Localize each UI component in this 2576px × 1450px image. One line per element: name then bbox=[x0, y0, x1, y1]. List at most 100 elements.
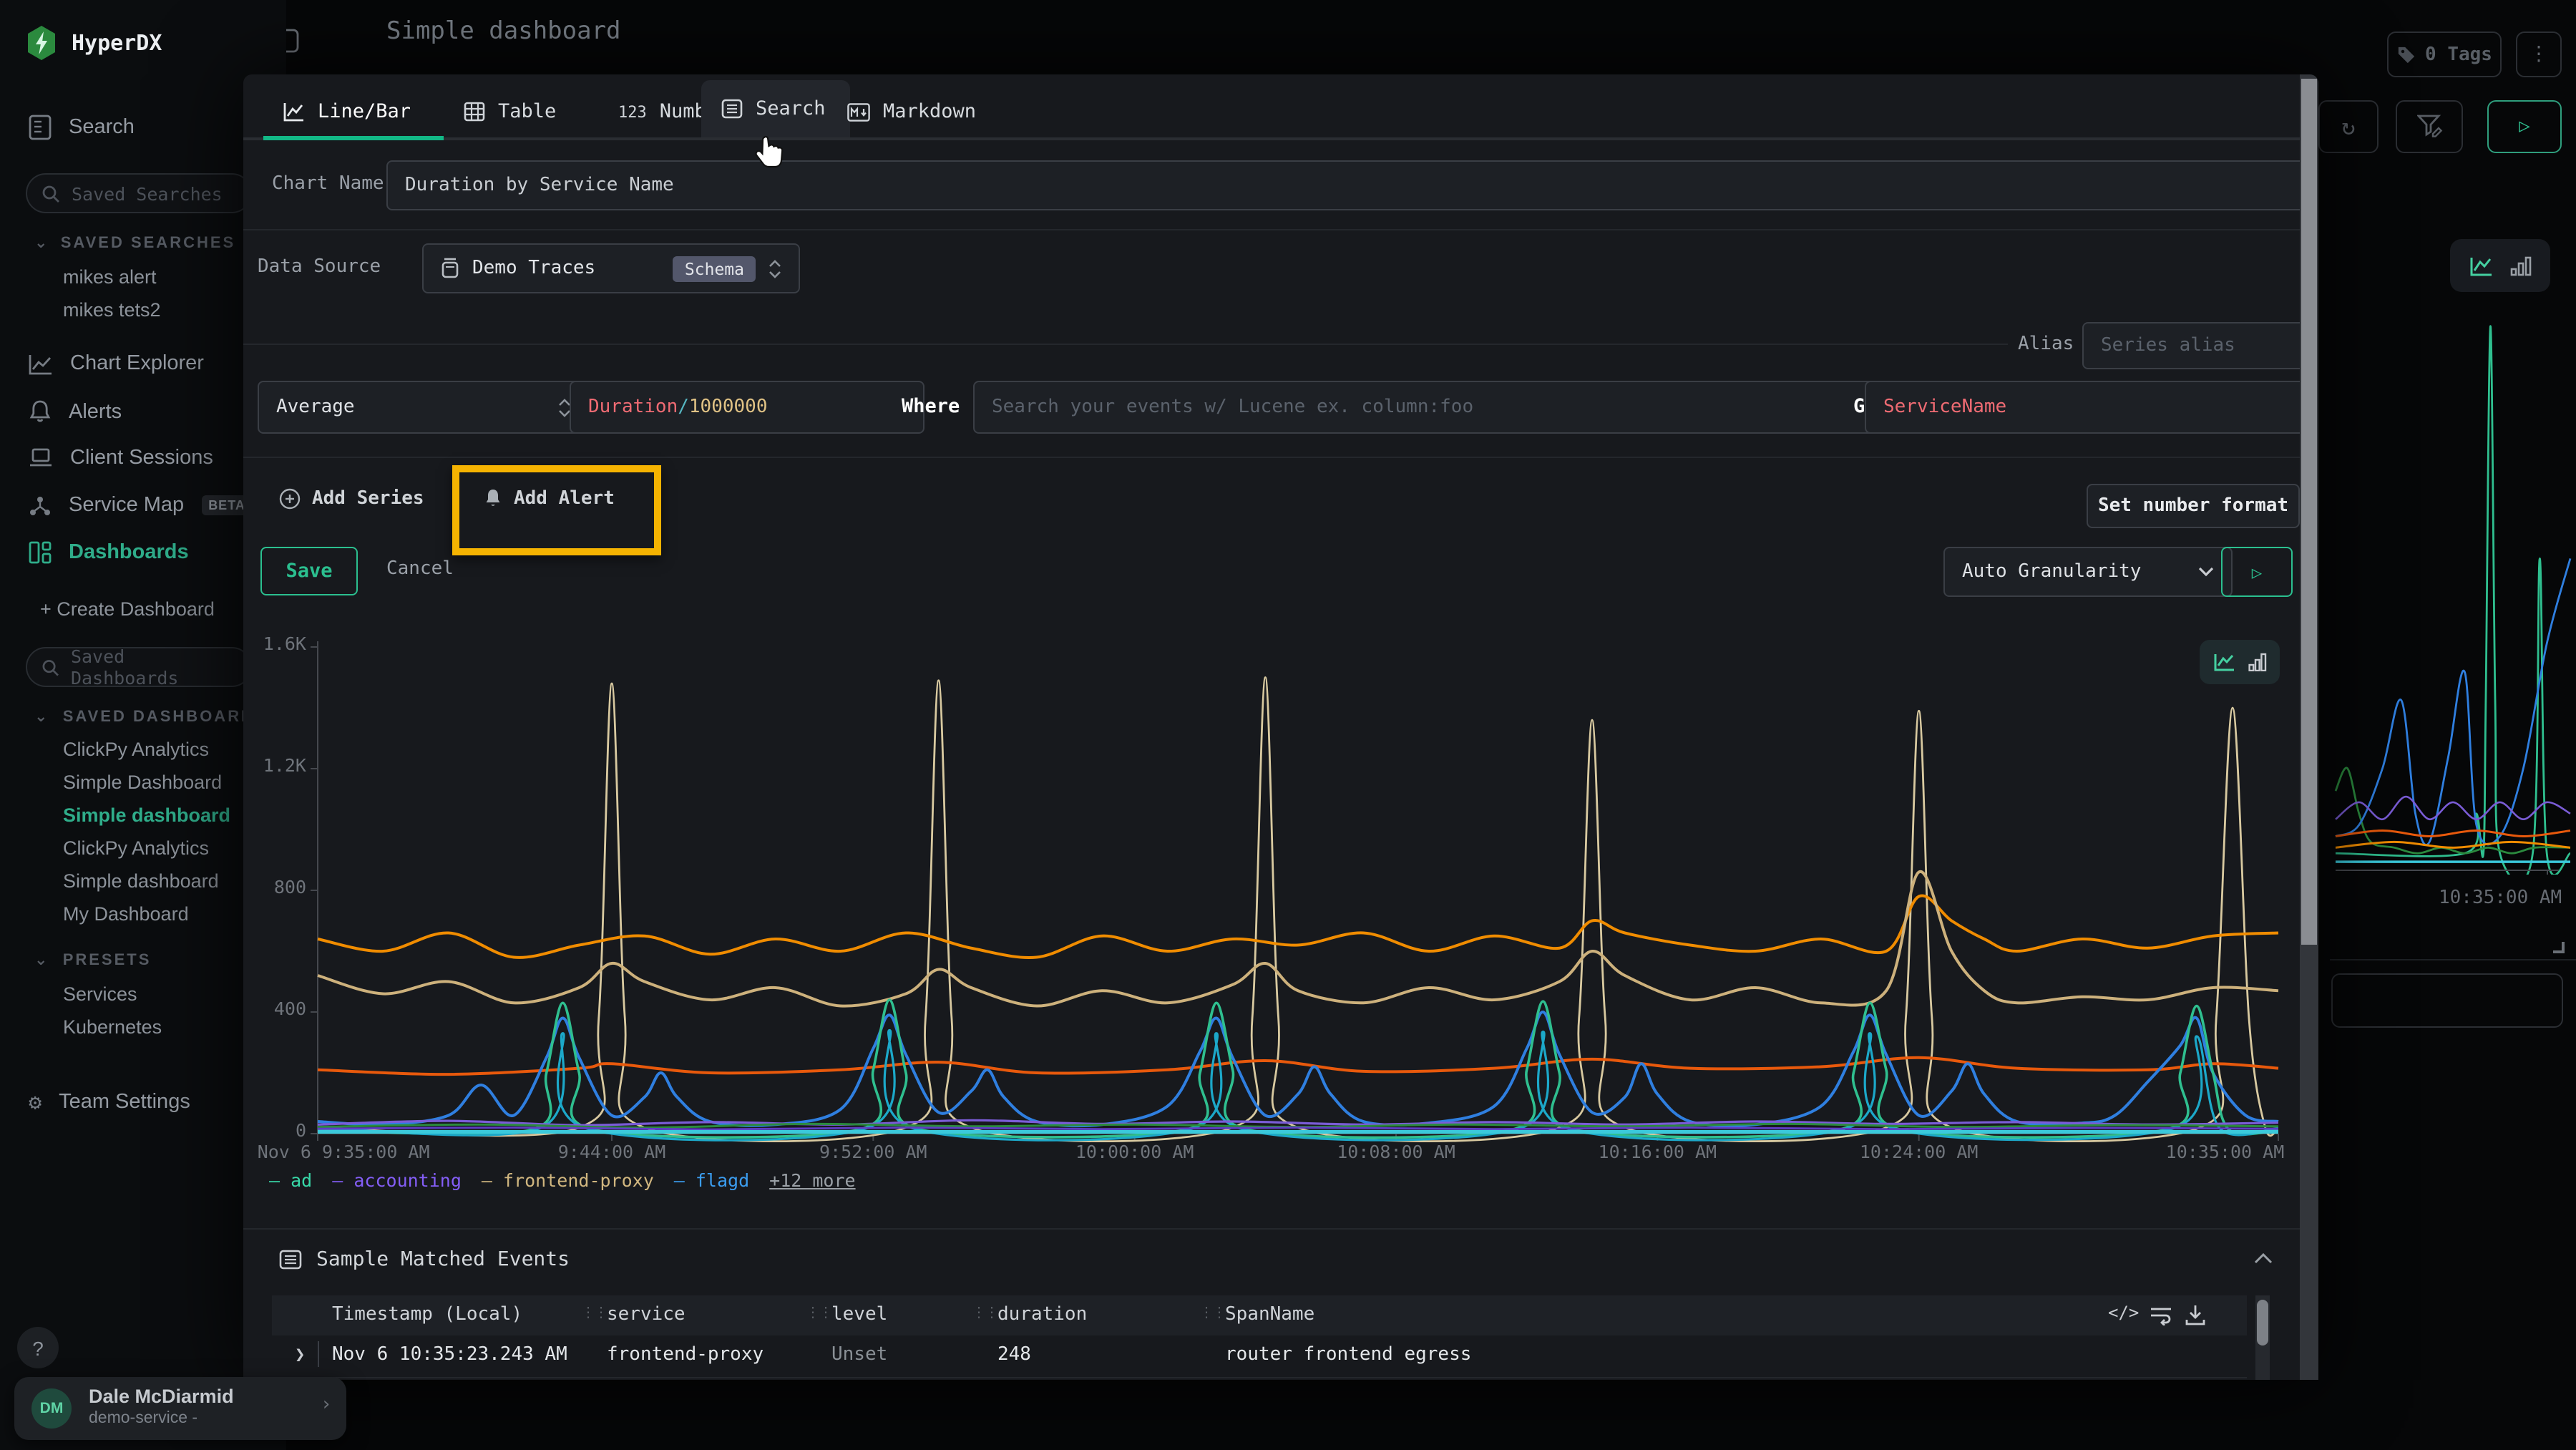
saved-searches-input[interactable]: Saved Searches bbox=[26, 173, 252, 213]
bar-chart-icon[interactable] bbox=[2509, 256, 2531, 276]
legend-item[interactable]: — accounting bbox=[332, 1169, 462, 1191]
duration-chart[interactable] bbox=[258, 630, 2307, 1145]
code-view-icon[interactable]: </> bbox=[2108, 1303, 2139, 1323]
group-by-input[interactable]: ServiceName bbox=[1865, 381, 2318, 434]
cancel-button[interactable]: Cancel bbox=[386, 558, 454, 580]
legend-item[interactable]: — ad bbox=[269, 1169, 312, 1191]
preset-item[interactable]: Kubernetes bbox=[63, 1016, 162, 1038]
column-header-spanname[interactable]: SpanName bbox=[1225, 1304, 1314, 1325]
tags-button[interactable]: 0 Tags bbox=[2387, 31, 2502, 77]
list-panel-icon bbox=[279, 1250, 302, 1270]
series-accounting bbox=[318, 1120, 2278, 1125]
dashboard-item[interactable]: Simple dashboard bbox=[63, 870, 219, 892]
resize-handle-icon[interactable] bbox=[2547, 936, 2565, 953]
alias-input[interactable]: Series alias bbox=[2082, 322, 2318, 369]
saved-searches-section[interactable]: ⌄ SAVED SEARCHES bbox=[34, 233, 235, 252]
collapse-chevron-icon[interactable] bbox=[2254, 1252, 2273, 1264]
drag-handle-icon[interactable]: ⋮⋮ bbox=[581, 1305, 607, 1321]
sidebar-item-alerts[interactable]: Alerts bbox=[29, 399, 122, 424]
x-tick-label: 10:24:00 AM bbox=[1860, 1141, 1979, 1162]
dashboard-item[interactable]: ClickPy Analytics bbox=[63, 739, 209, 760]
magnifier-icon bbox=[42, 184, 60, 203]
sidebar-item-service-map[interactable]: Service Map BETA bbox=[29, 494, 253, 517]
help-button[interactable]: ? bbox=[17, 1327, 59, 1368]
chart-name-label: Chart Name bbox=[272, 173, 384, 195]
user-chip[interactable]: DM Dale McDiarmid demo-service - › bbox=[14, 1377, 346, 1440]
presets-section[interactable]: ⌄ PRESETS bbox=[34, 950, 151, 969]
chevron-down-icon: ⌄ bbox=[34, 709, 49, 726]
dashboard-item[interactable]: ClickPy Analytics bbox=[63, 837, 209, 859]
kebab-menu-button[interactable]: ⋮ bbox=[2516, 31, 2562, 77]
field-expression-input[interactable]: Duration/1000000 bbox=[570, 381, 924, 434]
legend-item[interactable]: — frontend-proxy bbox=[482, 1169, 654, 1191]
saved-dashboards-input[interactable]: Saved Dashboards bbox=[26, 647, 252, 687]
add-alert-button[interactable]: Add Alert bbox=[484, 488, 615, 510]
table-scrollbar-thumb[interactable] bbox=[2257, 1300, 2268, 1346]
table-row[interactable]: ❯ Nov 6 10:35:23.243 AM frontend-proxy U… bbox=[272, 1335, 2247, 1378]
line-chart-icon[interactable] bbox=[2213, 653, 2235, 671]
preset-item[interactable]: Services bbox=[63, 983, 137, 1005]
legend-swatch: — bbox=[332, 1169, 353, 1191]
where-label: Where bbox=[902, 395, 960, 418]
dashboard-item[interactable]: My Dashboard bbox=[63, 903, 189, 925]
data-source-select[interactable]: Demo Traces Schema bbox=[422, 243, 800, 293]
saved-dashboards-placeholder: Saved Dashboards bbox=[71, 646, 236, 688]
wrap-text-icon[interactable] bbox=[2150, 1305, 2172, 1325]
modal-scrollbar-thumb[interactable] bbox=[2301, 79, 2317, 945]
saved-search-item[interactable]: mikes tets2 bbox=[63, 299, 161, 321]
download-icon[interactable] bbox=[2185, 1304, 2205, 1325]
cell-service: frontend-proxy bbox=[607, 1344, 763, 1366]
select-chevrons-icon bbox=[769, 258, 781, 278]
user-name: Dale McDiarmid bbox=[89, 1386, 234, 1407]
sidebar-item-client-sessions[interactable]: Client Sessions bbox=[29, 447, 213, 469]
sidebar-item-search[interactable]: Search bbox=[29, 115, 135, 140]
drag-handle-icon[interactable]: ⋮⋮ bbox=[1199, 1305, 1225, 1321]
sidebar-item-label: Chart Explorer bbox=[70, 352, 204, 375]
drag-handle-icon[interactable]: ⋮⋮ bbox=[972, 1305, 997, 1321]
bg-chart-x-label: 10:35:00 AM bbox=[2439, 887, 2562, 909]
column-header-timestamp[interactable]: Timestamp (Local) bbox=[332, 1304, 522, 1325]
legend-item[interactable]: — flagd bbox=[674, 1169, 749, 1191]
sidebar-item-label: Dashboards bbox=[69, 541, 189, 564]
run-chart-button[interactable]: ▷ bbox=[2221, 547, 2293, 597]
x-tick-label: 9:52:00 AM bbox=[819, 1141, 927, 1162]
data-source-value: Demo Traces bbox=[472, 258, 595, 279]
tab-line-bar[interactable]: Line/Bar bbox=[263, 86, 431, 137]
aggregation-select[interactable]: Average bbox=[258, 381, 590, 434]
chart-type-toggle[interactable] bbox=[2200, 640, 2280, 684]
table-row[interactable]: ❯ Nov 6 10:35:23.243 AM frontend-proxy U… bbox=[272, 1377, 2247, 1380]
drag-handle-icon[interactable]: ⋮⋮ bbox=[806, 1305, 831, 1321]
line-chart-icon[interactable] bbox=[2469, 256, 2492, 276]
bar-chart-icon[interactable] bbox=[2248, 653, 2266, 671]
tab-label: Search bbox=[756, 97, 826, 120]
set-number-format-button[interactable]: Set number format bbox=[2087, 484, 2300, 528]
dashboard-item-active[interactable]: Simple dashboard bbox=[63, 804, 230, 826]
saved-search-item[interactable]: mikes alert bbox=[63, 266, 157, 288]
column-header-level[interactable]: level bbox=[831, 1304, 887, 1325]
chart-name-input[interactable]: Duration by Service Name bbox=[386, 160, 2316, 210]
filter-button[interactable] bbox=[2396, 100, 2463, 153]
row-expander-icon[interactable]: ❯ bbox=[295, 1344, 305, 1364]
tab-table[interactable]: Table bbox=[444, 86, 576, 137]
saved-dashboards-section[interactable]: ⌄ SAVED DASHBOARDS bbox=[34, 707, 268, 726]
search-list-icon bbox=[721, 99, 743, 119]
refresh-button[interactable]: ↻ bbox=[2318, 100, 2379, 153]
tab-markdown[interactable]: Markdown bbox=[827, 86, 996, 137]
save-button[interactable]: Save bbox=[260, 547, 358, 595]
bg-chart-type-toggle[interactable] bbox=[2450, 239, 2550, 292]
column-header-duration[interactable]: duration bbox=[997, 1304, 1087, 1325]
sidebar-item-dashboards[interactable]: Dashboards bbox=[29, 541, 189, 564]
granularity-select[interactable]: Auto Granularity bbox=[1943, 547, 2233, 597]
create-dashboard-button[interactable]: + Create Dashboard bbox=[40, 598, 215, 620]
column-header-service[interactable]: service bbox=[607, 1304, 686, 1325]
sidebar-item-chart-explorer[interactable]: Chart Explorer bbox=[29, 352, 204, 375]
sidebar-item-team-settings[interactable]: ⚙ Team Settings bbox=[29, 1089, 190, 1115]
sample-events-header[interactable]: Sample Matched Events bbox=[279, 1248, 570, 1271]
legend-more-link[interactable]: +12 more bbox=[769, 1169, 855, 1191]
run-query-button[interactable]: ▷ bbox=[2487, 100, 2562, 153]
logo[interactable]: HyperDX bbox=[26, 26, 162, 60]
tab-label: Table bbox=[498, 100, 556, 123]
legend-swatch: — bbox=[482, 1169, 503, 1191]
dashboard-item[interactable]: Simple Dashboard bbox=[63, 772, 222, 793]
add-series-button[interactable]: Add Series bbox=[279, 488, 424, 510]
